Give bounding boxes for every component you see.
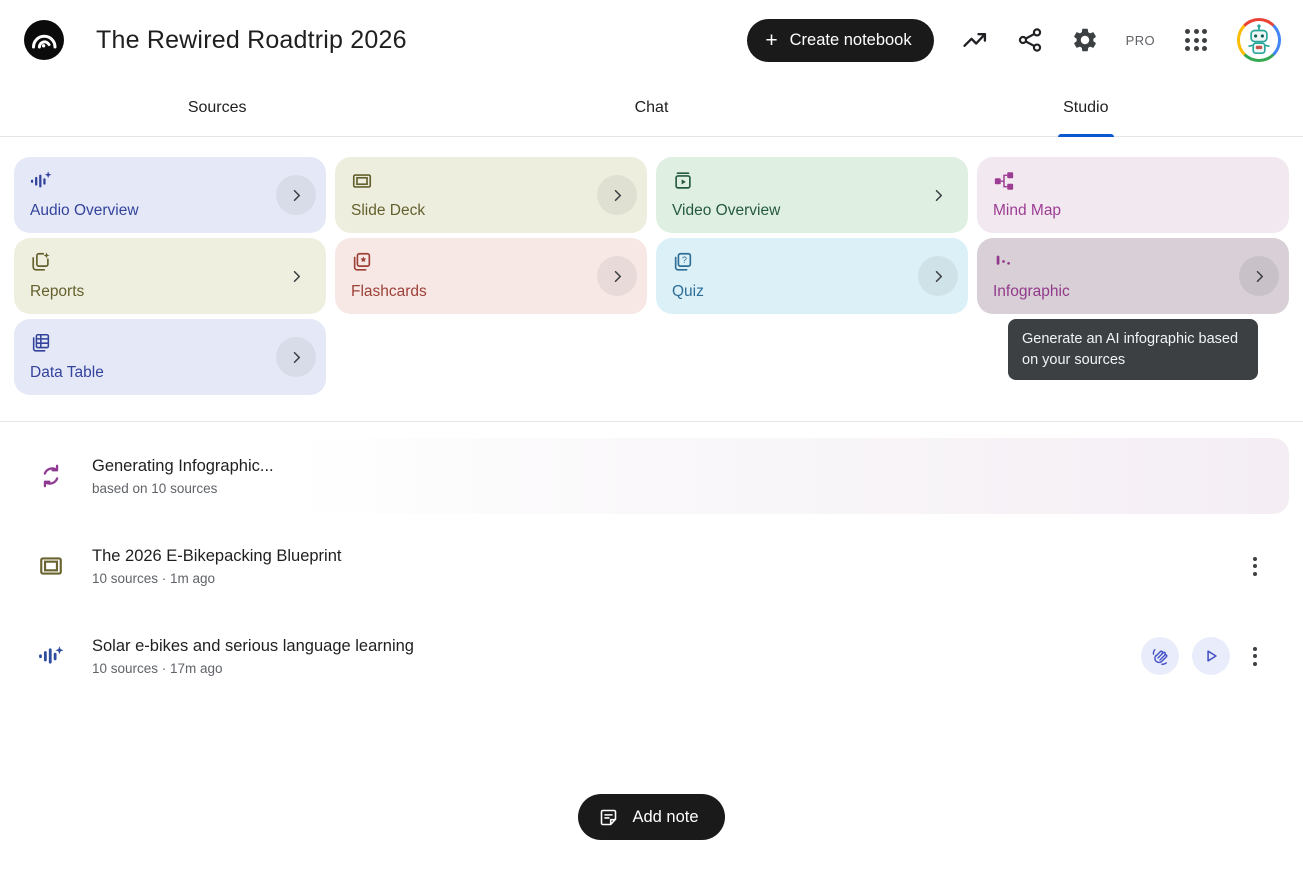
tab-studio[interactable]: Studio [869, 80, 1303, 136]
apps-grid-dots [1185, 29, 1207, 51]
studio-card-flashcards[interactable]: Flashcards [335, 238, 647, 314]
more-options-kebab-icon[interactable] [1243, 547, 1267, 585]
card-label: Data Table [30, 364, 310, 382]
chevron-right-icon[interactable] [918, 256, 958, 296]
settings-gear-icon[interactable] [1071, 26, 1099, 54]
avatar-robot-image [1240, 21, 1278, 59]
create-notebook-button[interactable]: + Create notebook [747, 19, 933, 62]
item-title: The 2026 E-Bikepacking Blueprint [92, 547, 341, 566]
card-label: Reports [30, 283, 310, 301]
google-apps-grid-icon[interactable] [1182, 26, 1210, 54]
note-icon [598, 807, 619, 828]
studio-items-list: Generating Infographic... based on 10 so… [0, 422, 1303, 694]
table-grid-icon [30, 332, 52, 354]
chevron-right-icon[interactable] [276, 256, 316, 296]
notebook-title[interactable]: The Rewired Roadtrip 2026 [96, 26, 407, 55]
svg-text:?: ? [682, 255, 687, 265]
item-title: Generating Infographic... [92, 457, 274, 476]
chevron-right-icon[interactable] [597, 175, 637, 215]
audio-waveform-sparkle-icon [38, 643, 64, 669]
studio-card-reports[interactable]: Reports [14, 238, 326, 314]
play-icon[interactable] [1192, 637, 1230, 675]
studio-item-audio-overview[interactable]: Solar e-bikes and serious language learn… [14, 618, 1289, 694]
add-note-area: Add note [0, 794, 1303, 840]
studio-card-audio-overview[interactable]: Audio Overview [14, 157, 326, 233]
sync-generating-icon [38, 463, 64, 489]
infographic-tooltip: Generate an AI infographic based on your… [1008, 319, 1258, 380]
studio-panel: Audio Overview Slide Deck Video Overview [0, 137, 1303, 422]
studio-card-slide-deck[interactable]: Slide Deck [335, 157, 647, 233]
slide-frame-icon [351, 170, 373, 192]
item-subtitle: 10 sources · 1m ago [92, 571, 341, 586]
card-label: Quiz [672, 283, 952, 301]
item-text: Generating Infographic... based on 10 so… [92, 457, 274, 496]
slide-deck-icon [38, 553, 64, 579]
item-subtitle: 10 sources · 17m ago [92, 661, 414, 676]
chevron-right-icon[interactable] [597, 256, 637, 296]
chevron-right-icon[interactable] [918, 175, 958, 215]
node-graph-icon [993, 170, 1015, 192]
studio-item-slide-deck[interactable]: The 2026 E-Bikepacking Blueprint 10 sour… [14, 528, 1289, 604]
app-header: The Rewired Roadtrip 2026 + Create noteb… [0, 0, 1303, 80]
header-actions: + Create notebook PRO [747, 18, 1281, 62]
tab-sources[interactable]: Sources [0, 80, 434, 136]
add-note-label: Add note [632, 808, 698, 827]
card-label: Mind Map [993, 202, 1273, 220]
studio-card-infographic[interactable]: Infographic [977, 238, 1289, 314]
item-actions [1141, 637, 1273, 675]
item-text: Solar e-bikes and serious language learn… [92, 637, 414, 676]
share-icon[interactable] [1016, 26, 1044, 54]
card-label: Infographic [993, 283, 1273, 301]
tab-chat[interactable]: Chat [434, 80, 868, 136]
card-label: Video Overview [672, 202, 952, 220]
more-options-kebab-icon[interactable] [1243, 637, 1267, 675]
chevron-right-icon[interactable] [276, 337, 316, 377]
studio-card-quiz[interactable]: ? Quiz [656, 238, 968, 314]
card-label: Flashcards [351, 283, 631, 301]
panel-tabs: Sources Chat Studio [0, 80, 1303, 137]
studio-item-generating-infographic[interactable]: Generating Infographic... based on 10 so… [14, 438, 1289, 514]
tab-studio-label: Studio [1063, 99, 1108, 117]
item-title: Solar e-bikes and serious language learn… [92, 637, 414, 656]
pro-badge: PRO [1126, 33, 1155, 48]
document-sparkle-icon [30, 251, 52, 273]
chevron-right-icon[interactable] [1239, 256, 1279, 296]
interactive-mode-hand-icon[interactable] [1141, 637, 1179, 675]
plus-icon: + [765, 30, 777, 51]
studio-card-data-table[interactable]: Data Table [14, 319, 326, 395]
cards-question-icon: ? [672, 251, 694, 273]
create-notebook-label: Create notebook [790, 31, 912, 50]
audio-waveform-sparkle-icon [30, 170, 52, 192]
chevron-right-icon[interactable] [276, 175, 316, 215]
item-subtitle: based on 10 sources [92, 481, 274, 496]
notebooklm-logo-icon[interactable] [24, 20, 64, 60]
studio-card-mind-map[interactable]: Mind Map [977, 157, 1289, 233]
video-player-icon [672, 170, 694, 192]
item-actions [1243, 547, 1273, 585]
cards-star-icon [351, 251, 373, 273]
bar-chart-icon [993, 251, 1015, 273]
item-text: The 2026 E-Bikepacking Blueprint 10 sour… [92, 547, 341, 586]
studio-card-video-overview[interactable]: Video Overview [656, 157, 968, 233]
card-label: Slide Deck [351, 202, 631, 220]
card-label: Audio Overview [30, 202, 310, 220]
analytics-trending-icon[interactable] [961, 26, 989, 54]
add-note-button[interactable]: Add note [578, 794, 724, 840]
account-avatar[interactable] [1237, 18, 1281, 62]
